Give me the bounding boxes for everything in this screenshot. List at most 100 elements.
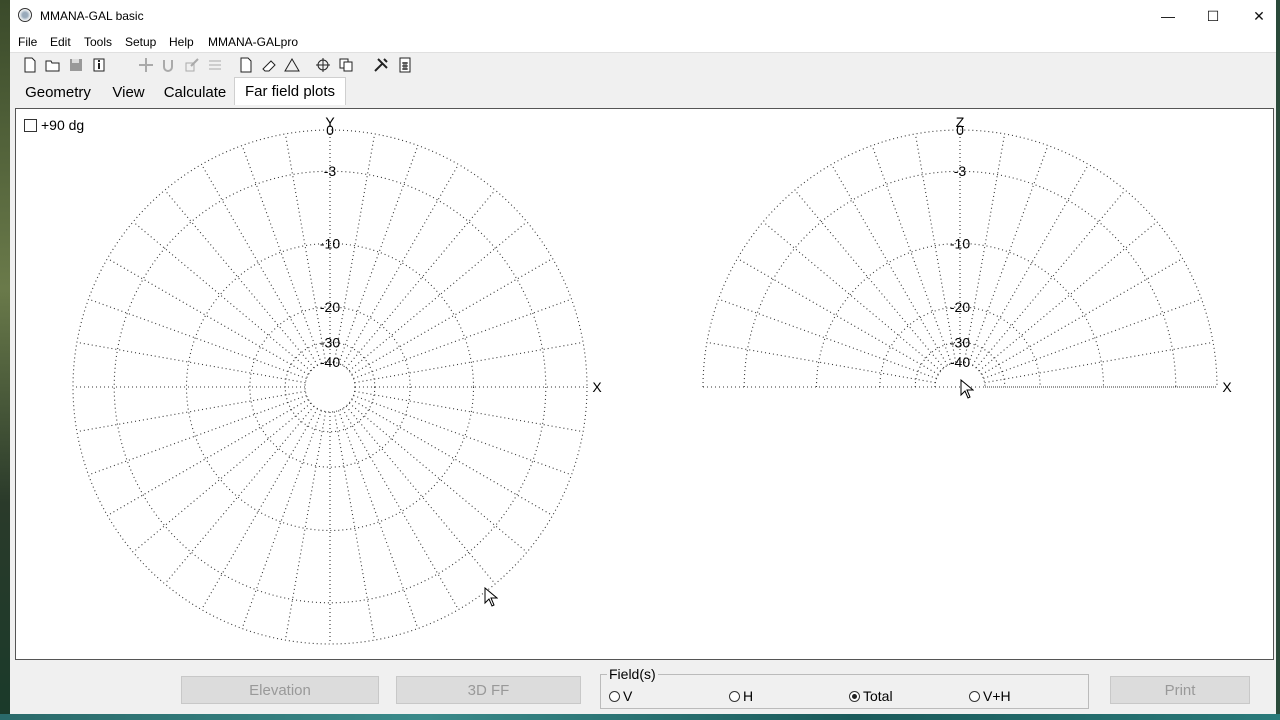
- polar-spoke: [353, 395, 572, 476]
- tab-calculate[interactable]: Calculate: [156, 79, 234, 105]
- radio-v[interactable]: V: [609, 688, 632, 704]
- polar-spoke: [342, 408, 459, 610]
- app-logo-icon: [18, 8, 32, 22]
- ring-label: -40: [950, 354, 970, 370]
- menu-setup[interactable]: Setup: [125, 35, 156, 49]
- ring-label: -3: [954, 163, 967, 179]
- polar-spoke: [353, 298, 572, 379]
- desktop-background-bottom: [0, 714, 1280, 720]
- radio-dot[interactable]: [849, 690, 860, 702]
- radio-total[interactable]: Total: [849, 688, 893, 704]
- ring-label: -30: [950, 334, 970, 350]
- fields-legend: Field(s): [607, 666, 658, 682]
- polar-spoke: [978, 221, 1158, 372]
- menu-mmana-galpro[interactable]: MMANA-GALpro: [208, 35, 298, 49]
- tab-view[interactable]: View: [101, 79, 156, 105]
- radio-dot[interactable]: [969, 690, 980, 702]
- polar-spoke: [351, 399, 553, 516]
- ring-label: -20: [320, 299, 340, 315]
- polar-spoke: [284, 411, 327, 641]
- radio-h[interactable]: H: [729, 688, 753, 704]
- polar-spoke: [201, 408, 318, 610]
- polar-spoke: [981, 258, 1183, 375]
- window-title: MMANA-GAL basic: [40, 9, 144, 23]
- close-button[interactable]: ✕: [1236, 0, 1280, 32]
- polar-spoke: [107, 258, 309, 375]
- polar-spoke: [164, 189, 315, 369]
- polar-spoke: [762, 221, 942, 372]
- far-field-plot-canvas: 0-3-10-20-30-40YX0-3-10-20-30-40ZX: [72, 114, 1232, 645]
- polar-spoke: [338, 410, 419, 629]
- target-icon[interactable]: [314, 56, 332, 74]
- eraser-icon[interactable]: [260, 56, 278, 74]
- axis-label-right: X: [592, 379, 602, 395]
- desktop-background: [0, 0, 10, 720]
- menu-tools[interactable]: Tools: [84, 35, 112, 49]
- polar-spoke: [351, 258, 553, 375]
- far-field-plot-area: 0 -3 -10 -20 -30 -40 Y X 0 -3 -10 -20 -30 -40 Z X +90 d…: [15, 108, 1274, 660]
- radio-label: V: [623, 688, 633, 704]
- bottom-panel: Elevation 3D FF Field(s) V H Total V+H P…: [10, 662, 1276, 714]
- polar-spoke: [88, 298, 307, 379]
- polar-spoke: [737, 258, 939, 375]
- radio-dot[interactable]: [609, 690, 620, 702]
- new-file-icon[interactable]: [21, 56, 39, 74]
- polar-spoke: [164, 405, 315, 585]
- menu-edit[interactable]: Edit: [50, 35, 71, 49]
- radio-label: H: [743, 688, 754, 704]
- polar-spoke: [963, 133, 1006, 363]
- tools-icon[interactable]: [372, 56, 390, 74]
- page-icon[interactable]: [237, 56, 255, 74]
- radio-label: V+H: [983, 688, 1011, 704]
- radio-v-plus-h[interactable]: V+H: [969, 688, 1011, 704]
- polar-spoke: [871, 145, 952, 364]
- ring-label: -30: [320, 334, 340, 350]
- open-folder-icon[interactable]: [44, 56, 62, 74]
- calculator-icon[interactable]: [396, 56, 414, 74]
- checkbox-box[interactable]: [24, 118, 37, 132]
- menu-help[interactable]: Help: [169, 35, 194, 49]
- fields-group: Field(s) V H Total V+H: [600, 666, 1089, 709]
- polar-spoke: [76, 390, 306, 433]
- polar-spoke: [354, 341, 584, 384]
- polar-ring: [249, 306, 411, 468]
- polar-spoke: [984, 341, 1214, 384]
- stretch-icon[interactable]: [183, 56, 201, 74]
- polar-spoke: [241, 410, 322, 629]
- polar-spoke: [348, 221, 528, 372]
- polar-ring: [72, 129, 588, 645]
- 3d-ff-button[interactable]: 3D FF: [396, 676, 581, 704]
- elevation-button[interactable]: Elevation: [181, 676, 379, 704]
- plus-90-checkbox[interactable]: +90 dg: [24, 117, 84, 133]
- rotate-icon[interactable]: [160, 56, 178, 74]
- polar-spoke: [342, 164, 459, 366]
- polar-spoke: [831, 164, 948, 366]
- polar-spoke: [333, 411, 376, 641]
- minimize-button[interactable]: —: [1145, 0, 1191, 32]
- polar-spoke: [76, 341, 306, 384]
- tab-far-field-plots[interactable]: Far field plots: [234, 77, 346, 105]
- save-icon[interactable]: [67, 56, 85, 74]
- info-icon[interactable]: [90, 56, 108, 74]
- ring-label: -3: [324, 163, 337, 179]
- polar-spoke: [107, 399, 309, 516]
- maximize-button[interactable]: ☐: [1190, 0, 1236, 32]
- polar-spoke: [333, 133, 376, 363]
- polar-spoke: [983, 298, 1202, 379]
- triangle-icon[interactable]: [283, 56, 301, 74]
- mouse-cursor-icon: [960, 379, 974, 399]
- move-icon[interactable]: [137, 56, 155, 74]
- polar-spoke: [132, 221, 312, 372]
- axis-label-top: Y: [325, 114, 335, 130]
- ring-label: -10: [950, 235, 970, 251]
- radio-dot[interactable]: [729, 690, 740, 702]
- align-icon[interactable]: [206, 56, 224, 74]
- copy-icon[interactable]: [337, 56, 355, 74]
- axis-label-top: Z: [956, 114, 965, 130]
- polar-spoke: [345, 405, 496, 585]
- tab-geometry[interactable]: Geometry: [15, 79, 101, 105]
- polar-spoke: [348, 402, 528, 553]
- menu-file[interactable]: File: [18, 35, 37, 49]
- mouse-cursor-icon: [484, 587, 498, 607]
- print-button[interactable]: Print: [1110, 676, 1250, 704]
